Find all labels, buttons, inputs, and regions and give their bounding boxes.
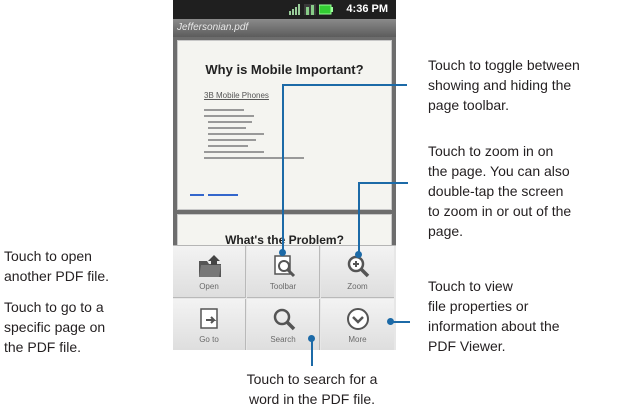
search-annotation: Touch to search for a word in the PDF fi… <box>246 371 378 407</box>
page-heading: Why is Mobile Important? <box>205 62 364 77</box>
toolbar-icon <box>271 253 297 279</box>
more-button[interactable]: More <box>321 299 394 350</box>
page-body-text <box>204 109 334 166</box>
page-subheading: 3B Mobile Phones <box>204 91 269 100</box>
search-icon <box>271 306 297 332</box>
page-link[interactable] <box>190 193 250 199</box>
goto-page-icon <box>197 306 223 332</box>
goto-annotation: Touch to go to a specific page on the PD… <box>4 299 106 355</box>
toolbar-leader-vertical <box>282 84 284 252</box>
more-leader-dot <box>387 318 394 325</box>
more-annotation: Touch to view file properties or informa… <box>428 278 560 354</box>
zoom-leader-horizontal <box>358 182 408 184</box>
status-time: 4:36 PM <box>346 3 388 15</box>
signal-icon <box>289 4 301 15</box>
open-annotation: Touch to open another PDF file. <box>4 248 110 284</box>
battery-icon <box>318 4 333 15</box>
toolbar-leader-horizontal <box>282 84 407 86</box>
network-icon <box>304 4 316 15</box>
search-leader-dot <box>308 335 315 342</box>
page-toolbar: Open Toolbar Zoom Go to Search More <box>173 245 396 350</box>
folder-open-icon <box>197 253 223 279</box>
document-title: Jeffersonian.pdf <box>177 22 249 33</box>
zoom-annotation: Touch to zoom in on the page. You can al… <box>428 143 572 239</box>
search-leader-vertical <box>311 338 313 366</box>
status-bar: 4:36 PM <box>173 0 396 19</box>
toolbar-label: Toolbar <box>269 282 297 291</box>
toolbar-leader-dot <box>279 249 286 256</box>
search-button[interactable]: Search <box>247 299 320 350</box>
zoom-leader-dot <box>355 251 362 258</box>
open-label: Open <box>199 282 219 291</box>
goto-button[interactable]: Go to <box>173 299 246 350</box>
phone-screenshot: 4:36 PM Jeffersonian.pdf Why is Mobile I… <box>173 0 396 350</box>
goto-label: Go to <box>199 335 219 344</box>
open-button[interactable]: Open <box>173 246 246 298</box>
more-label: More <box>348 335 367 344</box>
more-icon <box>345 306 371 332</box>
document-title-bar: Jeffersonian.pdf <box>173 19 396 37</box>
more-leader-horizontal <box>392 321 410 323</box>
zoom-label: Zoom <box>347 282 368 291</box>
zoom-leader-vertical <box>358 182 360 254</box>
toolbar-annotation: Touch to toggle between showing and hidi… <box>428 57 580 113</box>
